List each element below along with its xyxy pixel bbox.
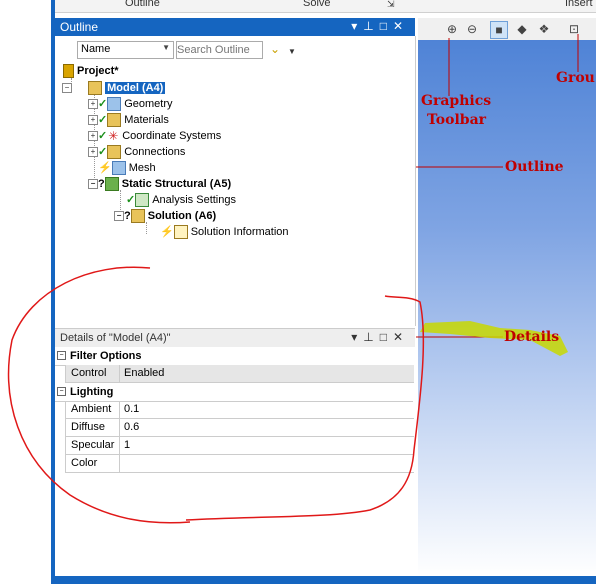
annotation-outline: Outline bbox=[505, 159, 564, 175]
annotation-graphics-toolbar-line2: Toolbar bbox=[427, 112, 487, 128]
annotation-details: Details bbox=[504, 329, 560, 345]
annotation-group: Grou bbox=[556, 70, 595, 86]
annotation-lines bbox=[416, 34, 579, 338]
annotation-graphics-toolbar-line1: Graphics bbox=[421, 93, 492, 109]
red-freehand-circle bbox=[7, 266, 425, 524]
annotation-overlay bbox=[7, 34, 579, 524]
